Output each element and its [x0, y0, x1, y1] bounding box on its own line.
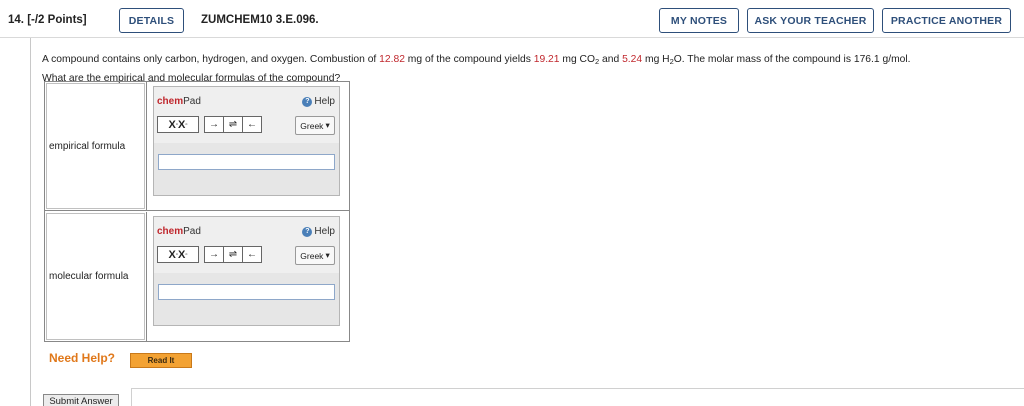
greek-dropdown-label: Greek — [300, 250, 324, 261]
chempad-title: chemPad — [157, 226, 201, 237]
answer-table: empirical formula chemPad ? Help X ▫ X ▫ → … — [44, 81, 350, 342]
co2-mass-value: 19.21 — [533, 54, 560, 65]
subscript-superscript-tool[interactable]: X ▫ X ▫ — [157, 246, 199, 263]
ask-teacher-button[interactable]: ASK YOUR TEACHER — [747, 8, 874, 33]
prompt-text: A compound contains only carbon, hydroge… — [42, 54, 380, 65]
submit-divider-vertical — [131, 388, 132, 406]
submit-divider — [131, 388, 1024, 389]
chevron-down-icon: ▾ — [325, 120, 330, 130]
greek-dropdown-label: Greek — [300, 120, 324, 131]
chempad-empirical: chemPad ? Help X ▫ X ▫ → ⇌ ← Greek ▾ — [153, 86, 340, 196]
chempad-title-pad: Pad — [183, 96, 201, 107]
answer-label-cell: molecular formula — [45, 212, 147, 341]
help-icon: ? — [302, 226, 313, 237]
question-header: 14. [-/2 Points] DETAILS ZUMCHEM10 3.E.0… — [0, 0, 1024, 38]
answer-row-molecular: molecular formula chemPad ? Help X ▫ X ▫ → … — [45, 212, 349, 341]
submit-answer-button[interactable]: Submit Answer — [43, 394, 119, 406]
question-number: 14. [-/2 Points] — [8, 14, 87, 26]
prompt-text: and — [599, 54, 623, 65]
compound-mass-value: 12.82 — [379, 54, 405, 65]
arrow-left-icon[interactable]: ← — [242, 246, 262, 263]
greek-dropdown[interactable]: Greek ▾ — [295, 246, 335, 265]
prompt-text: mg of the compound yields — [404, 54, 534, 65]
chempad-help-link[interactable]: ? Help — [302, 96, 335, 107]
chempad-tools: X ▫ X ▫ → ⇌ ← — [157, 116, 262, 133]
equilibrium-arrow-icon[interactable]: ⇌ — [223, 246, 243, 263]
h2o-mass-value: 5.24 — [622, 54, 643, 65]
chempad-help-label: Help — [314, 96, 335, 107]
molecular-formula-input[interactable] — [158, 284, 335, 300]
practice-another-button[interactable]: PRACTICE ANOTHER — [882, 8, 1011, 33]
question-body: A compound contains only carbon, hydroge… — [30, 38, 1024, 406]
chempad-help-link[interactable]: ? Help — [302, 226, 335, 237]
molecular-formula-label: molecular formula — [49, 271, 129, 282]
arrow-right-icon[interactable]: → — [204, 246, 224, 263]
empirical-formula-label: empirical formula — [49, 140, 126, 152]
answer-label-cell: empirical formula — [45, 82, 147, 210]
arrow-right-icon[interactable]: → — [204, 116, 224, 133]
equilibrium-arrow-icon[interactable]: ⇌ — [223, 116, 243, 133]
question-number-text: 14. — [8, 14, 24, 26]
question-id: ZUMCHEM10 3.E.096. — [201, 14, 319, 26]
chempad-help-label: Help — [314, 226, 335, 237]
need-help-label: Need Help? — [49, 351, 116, 365]
empirical-formula-input[interactable] — [158, 154, 335, 170]
chempad-title-pad: Pad — [183, 226, 201, 237]
answer-row-empirical: empirical formula chemPad ? Help X ▫ X ▫ → … — [45, 82, 349, 211]
chempad-tools: X ▫ X ▫ → ⇌ ← — [157, 246, 262, 263]
chempad-title: chemPad — [157, 96, 201, 107]
prompt-line-1: A compound contains only carbon, hydroge… — [42, 51, 1017, 70]
greek-dropdown[interactable]: Greek ▾ — [295, 116, 335, 135]
chempad-title-chem: chem — [157, 96, 184, 107]
chevron-down-icon: ▾ — [325, 250, 330, 260]
my-notes-button[interactable]: MY NOTES — [659, 8, 739, 33]
details-button[interactable]: DETAILS — [119, 8, 184, 33]
prompt-text: O. The molar mass of the compound is 176… — [673, 54, 911, 65]
subscript-superscript-tool[interactable]: X ▫ X ▫ — [157, 116, 199, 133]
chempad-title-chem: chem — [157, 226, 184, 237]
read-it-button[interactable]: Read It — [130, 353, 192, 368]
arrow-left-icon[interactable]: ← — [242, 116, 262, 133]
help-icon: ? — [302, 96, 313, 107]
prompt-text: mg H — [642, 54, 670, 65]
prompt-text: mg CO — [559, 54, 595, 65]
chempad-molecular: chemPad ? Help X ▫ X ▫ → ⇌ ← Greek ▾ — [153, 216, 340, 326]
question-points: [-/2 Points] — [27, 14, 87, 26]
